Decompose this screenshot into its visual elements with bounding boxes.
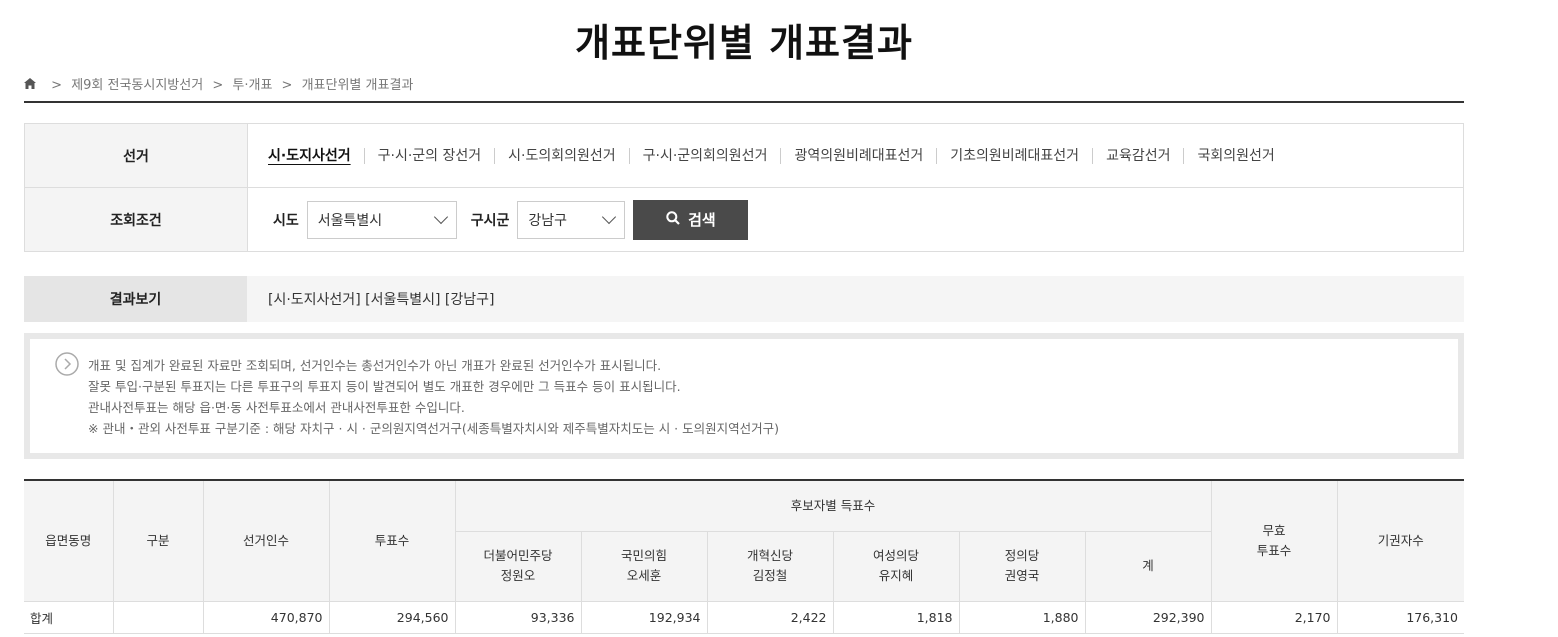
cell-type <box>112 600 204 634</box>
sigungu-select[interactable]: 강남구 <box>517 200 626 239</box>
chevron-down-icon <box>602 209 617 224</box>
sido-label: 시도 <box>273 212 299 229</box>
search-button-label: 검색 <box>688 211 716 229</box>
sigungu-label: 구시군 <box>470 212 510 229</box>
condition-controls: 시도 서울특별시 구시군 강남구 검색 <box>273 188 749 251</box>
election-row: 선거 시·도지사선거 구·시·군의 장선거 시·도의회의원선거 구·시·군의회의… <box>25 124 1463 188</box>
results-table: 읍면동명 구분 선거인수 투표수 후보자별 득표수 무효 투표수 기권자수 더불… <box>24 479 1465 634</box>
cell-electors: 470,870 <box>202 600 330 634</box>
breadcrumb: > 제9회 전국동시지방선거 > 투·개표 > 개표단위별 개표결과 <box>24 74 1464 103</box>
search-button[interactable]: 검색 <box>633 199 749 240</box>
col-candidate-2: 국민의힘 오세훈 <box>580 530 708 602</box>
col-candidates-group: 후보자별 득표수 <box>454 479 1212 532</box>
notice-line: 관내사전투표는 해당 읍·면·동 사전투표소에서 관내사전투표한 수입니다. <box>88 400 465 415</box>
cell-abstain: 176,310 <box>1336 600 1465 634</box>
candidate-name: 정원오 <box>500 568 536 583</box>
col-type: 구분 <box>112 479 204 602</box>
page-title: 개표단위별 개표결과 <box>575 21 913 65</box>
tab-superintendent[interactable]: 교육감선거 <box>1092 147 1183 164</box>
tab-provincial-council[interactable]: 시·도의회의원선거 <box>494 147 629 164</box>
col-total: 계 <box>1084 530 1212 602</box>
result-summary: 결과보기 [시·도지사선거] [서울특별시] [강남구] <box>24 276 1464 322</box>
tab-provincial-proportional[interactable]: 광역의원비례대표선거 <box>780 147 936 164</box>
cell-candidate-1: 93,336 <box>454 600 582 634</box>
search-filter-panel: 선거 시·도지사선거 구·시·군의 장선거 시·도의회의원선거 구·시·군의회의… <box>24 123 1464 252</box>
result-label: 결과보기 <box>24 276 247 322</box>
breadcrumb-separator: > <box>281 78 293 93</box>
breadcrumb-separator: > <box>51 78 63 93</box>
col-candidate-3: 개혁신당 김정철 <box>706 530 834 602</box>
sigungu-value: 강남구 <box>528 212 568 229</box>
tab-local-proportional[interactable]: 기초의원비례대표선거 <box>936 147 1092 164</box>
election-label: 선거 <box>25 124 248 187</box>
home-icon[interactable] <box>24 78 36 93</box>
breadcrumb-item[interactable]: 개표단위별 개표결과 <box>302 78 414 93</box>
candidate-name: 김정철 <box>752 568 788 583</box>
candidate-party: 여성의당 <box>872 548 919 563</box>
cell-invalid: 2,170 <box>1210 600 1338 634</box>
table-row: 합계 470,870 294,560 93,336 192,934 2,422 … <box>24 600 1465 634</box>
col-district: 읍면동명 <box>24 479 114 602</box>
candidate-party: 국민의힘 <box>620 548 667 563</box>
cell-candidate-4: 1,818 <box>832 600 960 634</box>
notice-box: 개표 및 집계가 완료된 자료만 조회되며, 선거인수는 총선거인수가 아닌 개… <box>24 333 1464 459</box>
col-electors: 선거인수 <box>202 479 330 602</box>
col-invalid-line1: 무효 <box>1262 522 1286 538</box>
col-candidate-1: 더불어민주당 정원오 <box>455 530 582 602</box>
chevron-right-circle-icon <box>55 352 79 380</box>
result-value: [시·도지사선거] [서울특별시] [강남구] <box>268 292 495 308</box>
breadcrumb-item[interactable]: 제9회 전국동시지방선거 <box>71 78 203 93</box>
search-icon <box>666 210 680 229</box>
cell-total: 292,390 <box>1084 600 1212 634</box>
col-abstain: 기권자수 <box>1336 479 1465 602</box>
notice-line: 잘못 투입·구분된 투표지는 다른 투표구의 투표지 등이 발견되어 별도 개표… <box>88 379 681 394</box>
col-invalid: 무효 투표수 <box>1210 479 1338 602</box>
condition-label: 조회조건 <box>25 188 248 251</box>
cell-candidate-3: 2,422 <box>706 600 834 634</box>
col-invalid-line2: 투표수 <box>1256 542 1292 558</box>
col-candidate-5: 정의당 권영국 <box>958 530 1086 602</box>
sido-value: 서울특별시 <box>317 212 383 229</box>
cell-candidate-5: 1,880 <box>958 600 1086 634</box>
cell-candidate-2: 192,934 <box>580 600 708 634</box>
breadcrumb-item[interactable]: 투·개표 <box>232 78 272 93</box>
col-candidate-4: 여성의당 유지혜 <box>832 530 960 602</box>
election-tabs: 시·도지사선거 구·시·군의 장선거 시·도의회의원선거 구·시·군의회의원선거… <box>268 124 1288 187</box>
candidate-party: 더불어민주당 <box>483 548 553 563</box>
condition-row: 조회조건 시도 서울특별시 구시군 강남구 검색 <box>25 188 1463 251</box>
tab-governor[interactable]: 시·도지사선거 <box>268 148 364 164</box>
candidate-name: 유지혜 <box>878 568 914 583</box>
chevron-down-icon <box>433 209 448 224</box>
cell-district: 합계 <box>24 600 114 634</box>
candidate-party: 정의당 <box>1004 548 1040 563</box>
col-votes: 투표수 <box>328 479 456 602</box>
notice-line: ※ 관내・관외 사전투표 구분기준 : 해당 자치구 · 시 · 군의원지역선거… <box>88 421 779 436</box>
tab-local-council[interactable]: 구·시·군의회의원선거 <box>628 147 781 164</box>
tab-district-head[interactable]: 구·시·군의 장선거 <box>363 147 495 164</box>
candidate-party: 개혁신당 <box>746 548 793 563</box>
cell-votes: 294,560 <box>328 600 456 634</box>
candidate-name: 오세훈 <box>626 568 662 583</box>
sido-select[interactable]: 서울특별시 <box>306 200 457 239</box>
notice-line: 개표 및 집계가 완료된 자료만 조회되며, 선거인수는 총선거인수가 아닌 개… <box>88 358 662 373</box>
candidate-name: 권영국 <box>1004 568 1040 583</box>
tab-national-assembly[interactable]: 국회의원선거 <box>1183 147 1287 164</box>
breadcrumb-separator: > <box>212 78 224 93</box>
